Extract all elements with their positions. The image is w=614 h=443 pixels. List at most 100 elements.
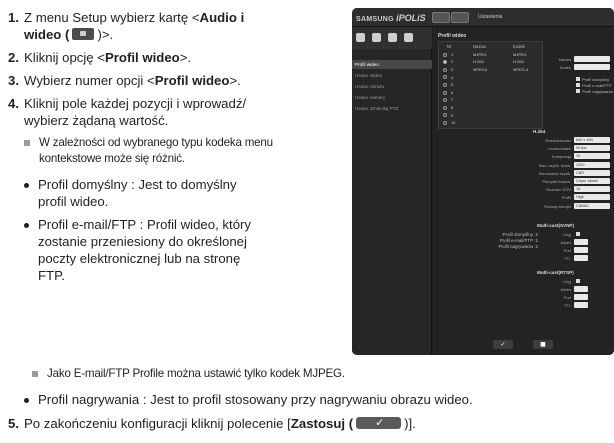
brand-logo: SAMSUNG iPOLiS bbox=[356, 13, 426, 23]
setting-label: Sterowanie szybk. bbox=[538, 170, 571, 176]
bullet-dot-icon bbox=[24, 398, 29, 403]
column-header: Kodek bbox=[513, 44, 525, 49]
column-header: Nr bbox=[447, 44, 452, 49]
multicast-label: Użyj bbox=[563, 232, 571, 237]
table-cell: MJPEG bbox=[513, 51, 527, 57]
bullet-text: poczty elektronicznej lub na stronę bbox=[38, 251, 241, 266]
profile-radio[interactable] bbox=[443, 67, 447, 72]
multicast-label: TTL bbox=[563, 303, 571, 308]
sidebar-item-ptz[interactable]: Ustaw. Zmieniłaj PTZ bbox=[352, 104, 432, 113]
setting-label: Liczba klatek bbox=[547, 146, 571, 152]
profile-radio[interactable] bbox=[443, 82, 447, 87]
note-text: W zależności od wybranego typu kodeka me… bbox=[39, 136, 273, 149]
apply-button[interactable]: ✓ bbox=[493, 340, 513, 349]
setting-label: Rozmiar GOV bbox=[546, 187, 571, 193]
sidebar-item-video-profile[interactable]: Profil wideo bbox=[352, 60, 432, 69]
codec-section-title: H.264 bbox=[533, 129, 546, 134]
table-cell: 4 bbox=[451, 74, 454, 80]
multicast-svnp-title: Multi-cast(SVNP) bbox=[537, 223, 575, 228]
recording-profile-label: Profil nagrywania :2 bbox=[498, 244, 538, 249]
cancel-button[interactable]: ■ bbox=[533, 340, 553, 349]
profile-radio[interactable] bbox=[443, 90, 447, 95]
multicast-field[interactable] bbox=[574, 255, 588, 261]
setting-field[interactable]: CABAC bbox=[574, 202, 610, 209]
multicast-rtsp-title: Multi-cast(RTSP) bbox=[537, 270, 574, 275]
setting-field[interactable]: CBR bbox=[574, 169, 610, 176]
recording-checkbox[interactable] bbox=[576, 89, 580, 93]
multicast-field[interactable] bbox=[574, 247, 588, 253]
monitor-icon[interactable] bbox=[432, 12, 450, 23]
bullet-text: FTP. bbox=[38, 268, 65, 283]
multicast-label: Port bbox=[563, 248, 571, 253]
table-cell: 2 bbox=[451, 59, 454, 65]
table-cell: MPEG-4 bbox=[513, 66, 529, 72]
multicast-field[interactable] bbox=[574, 239, 588, 245]
table-cell: H.264 bbox=[473, 59, 484, 65]
profile-radio[interactable] bbox=[443, 75, 447, 80]
profile-table: Nr Nazwa Kodek 1 MJPEG MJPEG 2 H.264 H.264 3 MP… bbox=[438, 41, 543, 129]
table-row[interactable]: 5 bbox=[439, 81, 544, 89]
sidebar-item-video-setup[interactable]: Ustaw. wideo bbox=[352, 71, 432, 80]
playback-icon[interactable] bbox=[451, 12, 469, 23]
multicast-field[interactable] bbox=[574, 302, 588, 308]
step-text: >. bbox=[179, 50, 192, 65]
name-field[interactable] bbox=[574, 56, 610, 62]
table-row[interactable]: 7 bbox=[439, 97, 544, 105]
step-number: 4. bbox=[8, 96, 19, 111]
table-cell: 1 bbox=[451, 51, 454, 57]
sidebar-item-image-setup[interactable]: Ustaw. obrazu bbox=[352, 82, 432, 91]
video-setup-icon[interactable] bbox=[356, 33, 365, 42]
table-cell: 6 bbox=[451, 89, 454, 95]
multicast-label: TTL bbox=[563, 256, 571, 261]
note-text: Jako E-mail/FTP Profile można ustawić ty… bbox=[47, 367, 345, 380]
network-icon[interactable] bbox=[372, 33, 381, 42]
multicast-label: Użyj bbox=[563, 279, 571, 284]
setting-label: Rozdzielczość bbox=[545, 138, 571, 143]
table-row[interactable]: 2 H.264 H.264 bbox=[439, 59, 544, 67]
multicast-label: Adres bbox=[560, 240, 571, 245]
default-profile-checkbox[interactable] bbox=[576, 77, 580, 81]
multicast-field[interactable] bbox=[574, 294, 588, 300]
setting-field[interactable]: High bbox=[574, 194, 610, 201]
email-ftp-checkbox[interactable] bbox=[576, 83, 580, 87]
camera-setup-screenshot: SAMSUNG iPOLiS Ustawienia Profil wideo U… bbox=[352, 8, 614, 355]
setting-field[interactable]: Częst. klatek bbox=[574, 178, 610, 184]
table-cell: 3 bbox=[451, 66, 454, 72]
setup-main: Profil wideo Nr Nazwa Kodek 1 MJPEG MJPEG 2… bbox=[433, 27, 614, 355]
table-cell: 7 bbox=[451, 97, 454, 103]
profile-radio[interactable] bbox=[443, 98, 447, 103]
table-row[interactable]: 6 bbox=[439, 89, 544, 97]
sidebar-item-camera-setup[interactable]: Ustaw. kamery bbox=[352, 93, 432, 102]
step-text: Wybierz numer opcji < bbox=[24, 73, 155, 88]
table-row[interactable]: 4 bbox=[439, 74, 544, 82]
table-cell: MPEG4 bbox=[473, 66, 488, 72]
setting-field[interactable]: 10 bbox=[574, 153, 610, 160]
system-icon[interactable] bbox=[404, 33, 413, 42]
table-row[interactable]: 8 bbox=[439, 104, 544, 112]
step-text: )>. bbox=[97, 27, 114, 42]
setting-field[interactable]: 640 x 480 bbox=[574, 137, 610, 143]
use-checkbox[interactable] bbox=[576, 232, 580, 236]
profile-radio[interactable] bbox=[443, 113, 447, 118]
event-icon[interactable] bbox=[388, 33, 397, 42]
table-row[interactable]: 3 MPEG4 MPEG-4 bbox=[439, 66, 544, 74]
profile-radio[interactable] bbox=[443, 60, 447, 65]
bullet-text: Profil domyślny : Jest to domyślny bbox=[38, 177, 237, 192]
setting-field[interactable]: 1200 bbox=[574, 161, 610, 168]
multicast-field[interactable] bbox=[574, 286, 588, 292]
table-row[interactable]: 10 bbox=[439, 119, 544, 127]
profile-radio[interactable] bbox=[443, 105, 447, 110]
setting-field[interactable]: 15 bbox=[574, 186, 610, 193]
profile-radio[interactable] bbox=[443, 120, 447, 125]
use-checkbox[interactable] bbox=[576, 279, 580, 283]
profile-radio[interactable] bbox=[443, 52, 447, 57]
checkbox-label: Profil nagrywania bbox=[582, 89, 613, 94]
codec-select[interactable] bbox=[574, 64, 610, 70]
setup-sidebar: Profil wideo Ustaw. wideo Ustaw. obrazu … bbox=[352, 27, 432, 355]
step-text: Kliknij pole każdej pozycji i wprowadź/ bbox=[24, 96, 247, 111]
setting-field[interactable]: 30 fps bbox=[574, 145, 610, 152]
table-row[interactable]: 9 bbox=[439, 112, 544, 120]
sidebar-icon-bar bbox=[352, 27, 432, 49]
table-row[interactable]: 1 MJPEG MJPEG bbox=[439, 51, 544, 59]
